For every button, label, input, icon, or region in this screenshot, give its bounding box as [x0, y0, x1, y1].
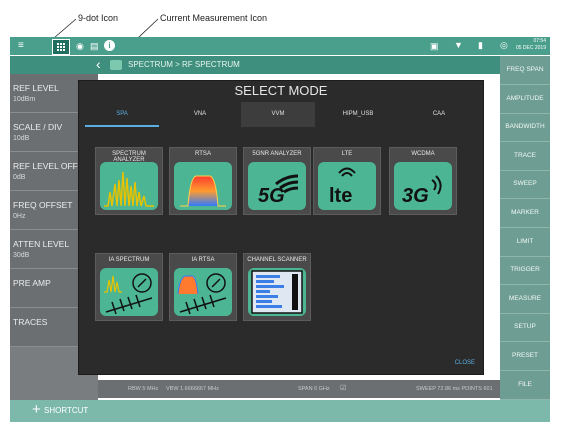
current-measurement-icon[interactable] [110, 60, 122, 70]
span-readout: SPAN 6 GHz [298, 386, 330, 392]
right-menu-item[interactable]: LIMIT [500, 228, 550, 257]
hamburger-menu-icon[interactable]: ≡ [18, 41, 24, 51]
bottom-shortcut-bar: + SHORTCUT [10, 400, 550, 422]
mode-card[interactable]: WCDMA 3G [389, 147, 457, 215]
vbw-readout: VBW 1.6666667 MHz [166, 386, 219, 392]
right-menu-item[interactable]: MEASURE [500, 285, 550, 314]
mode-card-label: WCDMA [411, 151, 435, 157]
back-chevron-icon[interactable]: ‹ [96, 56, 101, 72]
mode-card-label: RTSA [195, 151, 211, 157]
mode-card-label: 5GNR ANALYZER [252, 151, 302, 157]
mode-card-label: LTE [341, 151, 353, 157]
top-toolbar: ≡ ◉ ▤ i ▣ ▼ ▮ ◎ 07:54 05 DEC 2019 [10, 37, 550, 55]
nine-dot-icon[interactable] [52, 39, 70, 55]
left-panel-value: 0dB [13, 174, 26, 181]
mode-tab[interactable]: VNA [163, 102, 237, 127]
lock-icon: ☑ [340, 385, 347, 392]
time-text: 07:54 [533, 38, 546, 44]
wifi-icon: ▼ [454, 40, 463, 50]
clock: 07:54 05 DEC 2019 [516, 38, 546, 52]
right-menu-item[interactable]: FILE [500, 371, 550, 400]
mode-card[interactable]: CHANNEL SCANNER [243, 253, 311, 321]
date-text: 05 DEC 2019 [515, 45, 546, 51]
right-menu-item[interactable]: SETUP [500, 313, 550, 343]
right-menu-item[interactable]: PRESET [500, 342, 550, 371]
battery-icon: ▮ [478, 40, 483, 50]
close-button[interactable]: CLOSE [455, 360, 475, 366]
svg-text:lte: lte [329, 185, 352, 207]
mode-card-label: IA SPECTRUM [108, 257, 150, 263]
left-panel-value: 0Hz [13, 213, 26, 220]
info-icon[interactable]: i [104, 40, 115, 51]
mode-tab[interactable]: VVM [241, 102, 315, 127]
mode-tab[interactable]: HIPM_USB [319, 102, 397, 127]
right-menu-item[interactable]: AMPLITUDE [500, 85, 550, 114]
screen-icon[interactable]: ▣ [430, 41, 439, 51]
left-panel-label: TRACES [13, 317, 48, 327]
right-menu-item[interactable]: TRACE [500, 142, 550, 171]
mode-card-label: CHANNEL SCANNER [247, 257, 307, 263]
mode-tab[interactable]: CAA [401, 102, 477, 127]
right-menu-panel: FREQ SPAN AMPLITUDE BANDWIDTH TRACE SWEEP MAR… [500, 56, 550, 400]
status-line: RBW 5 MHz VBW 1.6666667 MHz SPAN 6 GHz ☑… [98, 380, 500, 398]
left-panel-value: 30dB [13, 252, 30, 259]
mode-card[interactable]: SPECTRUM ANALYZER [95, 147, 163, 215]
right-menu-item[interactable]: MARKER [500, 199, 550, 228]
left-panel-value: 10dBm [13, 96, 36, 103]
dialog-title: SELECT MODE [234, 83, 328, 98]
right-menu-item[interactable]: TRIGGER [500, 256, 550, 286]
mode-card[interactable]: IA SPECTRUM [95, 253, 163, 321]
3g-icon: 3G [394, 162, 452, 210]
right-menu-item[interactable]: FREQ SPAN [500, 56, 550, 85]
rtsa-icon [174, 162, 232, 210]
lte-icon: lte [318, 162, 376, 210]
plus-icon[interactable]: + [32, 401, 41, 418]
gps-icon: ◎ [500, 40, 508, 50]
right-menu-item[interactable]: BANDWIDTH [500, 113, 550, 143]
save-icon[interactable]: ▤ [90, 41, 99, 51]
select-mode-dialog: SELECT MODE SPA VNA VVM HIPM_USB CAA SPECTRU… [78, 80, 484, 375]
mode-card[interactable]: 5GNR ANALYZER 5G [243, 147, 311, 215]
selected-tab-underline [85, 125, 159, 127]
rbw-readout: RBW 5 MHz [128, 386, 159, 392]
left-panel-label: FREQ OFFSET [13, 200, 73, 210]
sweep-readout: SWEEP 72.86 ms POINTS 601 [416, 386, 493, 392]
left-panel-label: PRE AMP [13, 278, 51, 288]
left-panel-label: REF LEVEL [13, 83, 59, 93]
ia-rtsa-icon [174, 268, 232, 316]
right-menu-item[interactable]: SWEEP [500, 170, 550, 200]
left-panel-label: SCALE / DIV [13, 122, 63, 132]
svg-text:3G: 3G [402, 185, 429, 207]
mode-card[interactable]: LTE lte [313, 147, 381, 215]
mode-card-label: IA RTSA [191, 257, 215, 263]
breadcrumb-bar: ‹ SPECTRUM > RF SPECTRUM [10, 56, 500, 74]
shortcut-button[interactable]: SHORTCUT [44, 406, 88, 415]
mode-card[interactable]: IA RTSA [169, 253, 237, 321]
left-panel-label: ATTEN LEVEL [13, 239, 70, 249]
channel-scanner-icon [248, 268, 306, 316]
spectrum-analyzer-icon [100, 162, 158, 210]
left-panel-value: 10dB [13, 135, 30, 142]
mode-card[interactable]: RTSA [169, 147, 237, 215]
5g-icon: 5G [248, 162, 306, 210]
ia-spectrum-icon [100, 268, 158, 316]
left-panel-label: REF LEVEL OFFS [13, 161, 84, 171]
camera-icon[interactable]: ◉ [76, 41, 84, 51]
breadcrumb: SPECTRUM > RF SPECTRUM [128, 60, 240, 69]
mode-tab[interactable]: SPA [85, 102, 159, 127]
